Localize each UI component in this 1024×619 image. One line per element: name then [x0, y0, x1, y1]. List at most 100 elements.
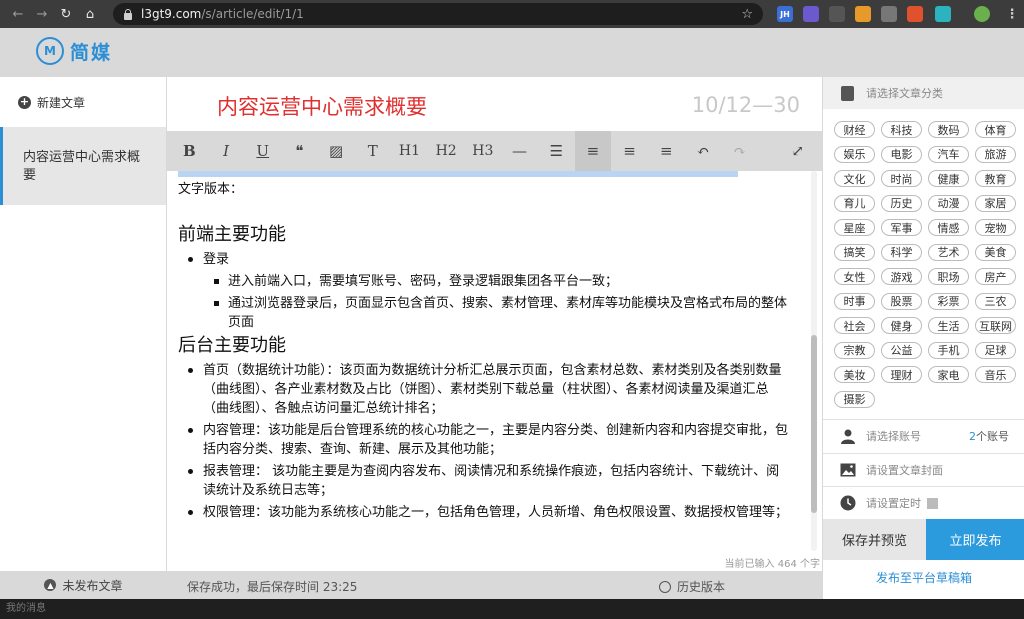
image-button[interactable]: ▨	[318, 131, 355, 171]
cover-select[interactable]: 请设置文章封面	[823, 453, 1024, 486]
category-tag[interactable]: 汽车	[928, 145, 969, 163]
home-icon[interactable]: ⌂	[80, 4, 100, 24]
category-tag[interactable]: 手机	[928, 341, 969, 359]
undo-button[interactable]: ↶	[685, 131, 722, 171]
new-article-button[interactable]: + 新建文章	[0, 77, 166, 127]
mail-extension-icon[interactable]	[855, 6, 871, 22]
category-tag[interactable]: 科技	[881, 121, 922, 138]
category-tag[interactable]: 彩票	[928, 292, 969, 310]
address-bar[interactable]: l3gt9.com/s/article/edit/1/1 ☆	[113, 3, 763, 25]
category-tag[interactable]: 情感	[928, 219, 969, 236]
globe-extension-icon[interactable]	[803, 6, 819, 22]
category-tag[interactable]: 三农	[975, 292, 1016, 310]
category-tag[interactable]: 动漫	[928, 194, 969, 212]
save-preview-button[interactable]: 保存并预览	[823, 519, 926, 560]
schedule-select[interactable]: 请设置定时	[823, 486, 1024, 519]
category-tag[interactable]: 女性	[834, 268, 875, 285]
category-tag[interactable]: 教育	[975, 170, 1016, 187]
category-tag[interactable]: 文化	[834, 170, 875, 187]
list-button[interactable]: ☰	[538, 131, 575, 171]
h2-button[interactable]: H2	[428, 131, 465, 171]
underline-button[interactable]: U	[244, 131, 281, 171]
category-tag[interactable]: 财经	[834, 121, 875, 138]
h3-button[interactable]: H3	[465, 131, 502, 171]
category-tag[interactable]: 娱乐	[834, 145, 875, 163]
category-tag[interactable]: 电影	[881, 145, 922, 163]
category-tag[interactable]: 健康	[928, 170, 969, 187]
sidebar-item-current-doc[interactable]: 内容运营中心需求概要	[0, 127, 166, 205]
category-tag[interactable]: 房产	[975, 268, 1016, 285]
unpublished-label: 未发布文章	[62, 578, 123, 593]
category-select[interactable]: 请选择文章分类	[823, 77, 1024, 109]
my-messages-label: 我的消息	[6, 603, 46, 614]
react-extension-icon[interactable]	[829, 6, 845, 22]
category-tag[interactable]: 星座	[834, 219, 875, 236]
bookmark-star-icon[interactable]: ☆	[741, 7, 753, 22]
category-tag[interactable]: 健身	[881, 317, 922, 334]
category-tag[interactable]: 摄影	[834, 390, 875, 408]
account-select[interactable]: 请选择账号 2个账号	[823, 419, 1024, 452]
category-tag[interactable]: 美妆	[834, 366, 875, 383]
category-tag[interactable]: 科学	[881, 243, 922, 261]
publish-to-draft-link[interactable]: 发布至平台草稿箱	[823, 569, 1024, 586]
back-icon[interactable]: ←	[8, 4, 28, 24]
bold-button[interactable]: B	[171, 131, 208, 171]
history-version-button[interactable]: 历史版本	[659, 578, 725, 595]
category-tag[interactable]: 公益	[881, 341, 922, 359]
category-tag[interactable]: 股票	[881, 292, 922, 310]
category-tag[interactable]: 历史	[881, 194, 922, 212]
category-tag[interactable]: 音乐	[975, 366, 1016, 383]
new-article-label: 新建文章	[37, 95, 86, 110]
category-tag[interactable]: 时尚	[881, 170, 922, 187]
category-tag[interactable]: 生活	[928, 317, 969, 334]
block-extension-icon[interactable]	[907, 6, 923, 22]
editor-content[interactable]: 文字版本： 前端主要功能 登录 进入前端入口，需要填写账号、密码，登录逻辑跟集团…	[178, 181, 790, 557]
h1-button[interactable]: H1	[391, 131, 428, 171]
publish-now-button[interactable]: 立即发布	[926, 519, 1024, 560]
align-left-button[interactable]: ≡	[574, 131, 612, 171]
scrollbar-thumb[interactable]	[811, 335, 817, 513]
quote-button[interactable]: ❝	[281, 131, 318, 171]
unpublished-articles-toggle[interactable]: ▲ 未发布文章	[0, 571, 167, 599]
redo-button[interactable]: ↷	[721, 131, 758, 171]
category-tag[interactable]: 时事	[834, 292, 875, 310]
category-tag[interactable]: 数码	[928, 121, 969, 138]
category-tag[interactable]: 家电	[928, 366, 969, 383]
category-tag[interactable]: 美食	[975, 243, 1016, 261]
reload-icon[interactable]: ↻	[56, 4, 76, 24]
category-tag[interactable]: 社会	[834, 317, 875, 334]
url-host: l3gt9.com	[141, 7, 202, 21]
forward-icon[interactable]: →	[32, 4, 52, 24]
text-style-button[interactable]: T	[354, 131, 391, 171]
category-tag[interactable]: 艺术	[928, 243, 969, 261]
category-tag[interactable]: 旅游	[975, 145, 1016, 163]
edit-icon[interactable]	[927, 497, 938, 509]
jh-extension-icon[interactable]: JH	[777, 6, 793, 22]
category-tag[interactable]: 互联网	[975, 317, 1016, 334]
divider-button[interactable]: —	[501, 131, 538, 171]
category-tag[interactable]: 理财	[881, 366, 922, 383]
fullscreen-button[interactable]: ⤢	[779, 131, 816, 171]
title-input[interactable]: 内容运营中心需求概要	[217, 91, 427, 121]
clock-icon	[840, 495, 856, 511]
italic-button[interactable]: I	[208, 131, 245, 171]
browser-menu-icon[interactable]: ⋮	[1004, 6, 1020, 22]
category-tag[interactable]: 家居	[975, 194, 1016, 212]
category-tag[interactable]: 育儿	[834, 194, 875, 212]
app-logo[interactable]: M 简媒	[36, 37, 112, 65]
category-tag[interactable]: 军事	[881, 219, 922, 236]
logo-mark: M	[36, 37, 64, 65]
category-tag[interactable]: 游戏	[881, 268, 922, 285]
avatar-extension-icon[interactable]	[974, 6, 990, 22]
category-tag[interactable]: 体育	[975, 121, 1016, 138]
category-tag[interactable]: 宗教	[834, 341, 875, 359]
align-right-button[interactable]: ≡	[648, 131, 685, 171]
list-item: 通过浏览器登录后，页面显示包含首页、搜索、素材管理、素材库等功能模块及宫格式布局…	[178, 294, 790, 332]
qr-extension-icon[interactable]	[881, 6, 897, 22]
category-tag[interactable]: 职场	[928, 268, 969, 285]
align-center-button[interactable]: ≡	[611, 131, 648, 171]
category-tag[interactable]: 宠物	[975, 219, 1016, 236]
category-tag[interactable]: 足球	[975, 341, 1016, 359]
chat-extension-icon[interactable]	[935, 6, 951, 22]
category-tag[interactable]: 搞笑	[834, 243, 875, 261]
